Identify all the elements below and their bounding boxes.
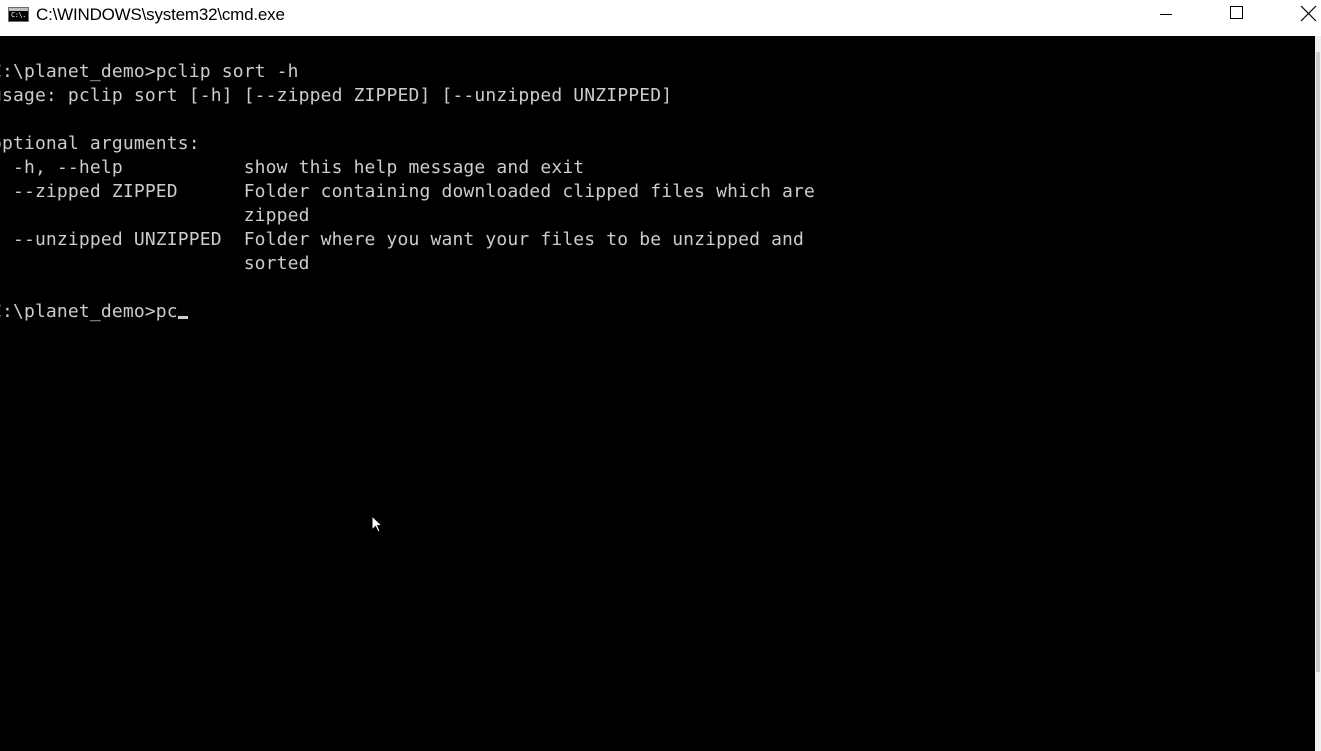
console-line-zipped-arg: --zipped ZIPPED Folder containing downlo… (0, 180, 815, 204)
console-line-command: C:\planet_demo>pclip sort -h (0, 60, 815, 84)
vertical-scrollbar[interactable] (1315, 36, 1321, 751)
minimize-icon (1160, 14, 1172, 15)
window-title: C:\WINDOWS\system32\cmd.exe (36, 5, 285, 24)
console-line-text: -h, --help show this help message and ex… (0, 157, 585, 178)
text-cursor (177, 316, 188, 319)
console-line-text: zipped (0, 205, 310, 226)
close-icon (1300, 5, 1317, 22)
cmd-window: C:\. C:\WINDOWS\system32\cmd.exe C:\plan… (0, 0, 1321, 751)
scrollbar-thumb[interactable] (1316, 52, 1320, 672)
console-line-unzipped-cont: sorted (0, 252, 815, 276)
minimize-button[interactable] (1145, 0, 1191, 30)
cmd-icon-text: C:\. (11, 11, 26, 19)
close-button[interactable] (1283, 0, 1321, 30)
console-line-text: usage: pclip sort [-h] [--zipped ZIPPED]… (0, 85, 673, 106)
console-line-zipped-cont: zipped (0, 204, 815, 228)
maximize-icon (1230, 6, 1243, 19)
mouse-pointer-icon (371, 515, 383, 533)
cmd-icon[interactable]: C:\. (8, 7, 29, 22)
console-line-optional-heading: optional arguments: (0, 132, 815, 156)
console-line-text: --zipped ZIPPED Folder containing downlo… (0, 181, 816, 202)
console-line-text: optional arguments: (0, 133, 200, 154)
console-output[interactable]: C:\planet_demo>pclip sort -h usage: pcli… (0, 36, 1315, 751)
maximize-button[interactable] (1213, 0, 1259, 30)
console-prompt-line[interactable]: C:\planet_demo>pc (0, 300, 815, 324)
console-line-help-arg: -h, --help show this help message and ex… (0, 156, 815, 180)
console-lines: C:\planet_demo>pclip sort -h usage: pcli… (0, 60, 815, 324)
console-line-text: C:\planet_demo>pclip sort -h (0, 61, 299, 82)
console-line-unzipped-arg: --unzipped UNZIPPED Folder where you wan… (0, 228, 815, 252)
title-bar[interactable]: C:\. C:\WINDOWS\system32\cmd.exe (0, 0, 1321, 32)
console-line-usage: usage: pclip sort [-h] [--zipped ZIPPED]… (0, 84, 815, 108)
console-line-text: sorted (0, 253, 310, 274)
console-prompt-input[interactable]: C:\planet_demo>pc (0, 301, 178, 322)
console-line-text: --unzipped UNZIPPED Folder where you wan… (0, 229, 805, 250)
